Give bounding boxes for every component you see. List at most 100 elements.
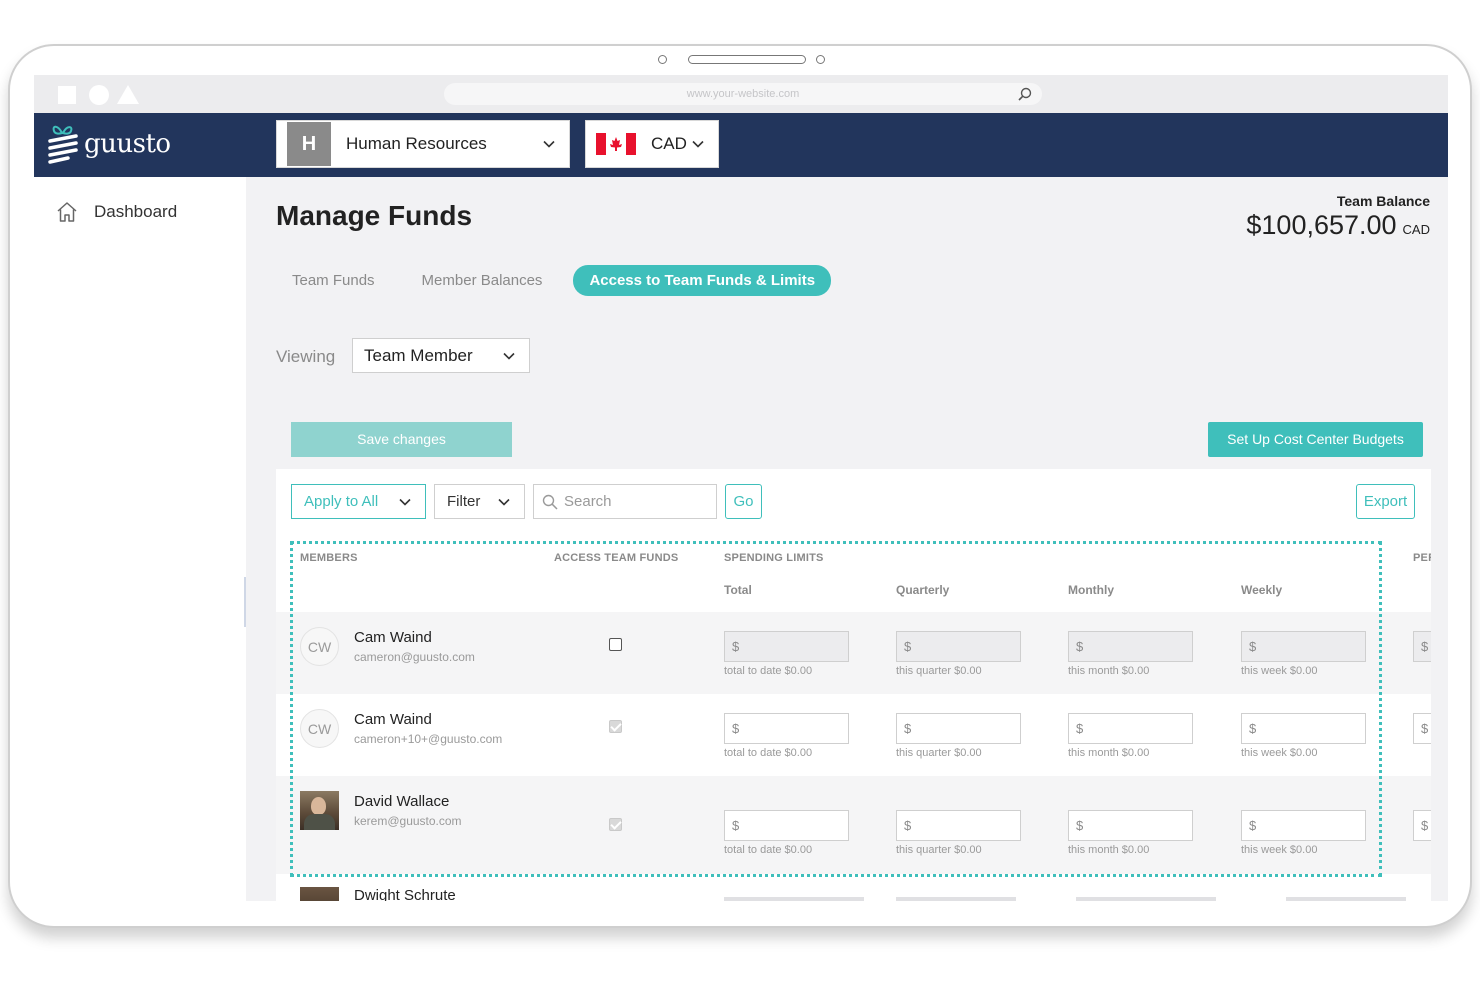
member-name: Cam Waind — [354, 629, 432, 646]
quarterly-limit-input[interactable]: $ — [896, 713, 1021, 744]
column-header-spending-limits: SPENDING LIMITS — [724, 552, 824, 564]
department-select[interactable]: H Human Resources — [276, 120, 570, 168]
column-header-members: MEMBERS — [300, 552, 358, 564]
tab-member-balances[interactable]: Member Balances — [406, 266, 559, 295]
per-limit-input[interactable]: $ — [1413, 631, 1431, 662]
weekly-limit-input[interactable]: $ — [1241, 713, 1366, 744]
weekly-limit-input[interactable]: $ — [1241, 631, 1366, 662]
top-navigation: guusto H Human Resources CAD — [34, 113, 1448, 177]
monthly-limit-note: this month $0.00 — [1068, 844, 1150, 856]
peek-field — [1076, 897, 1216, 901]
chevron-down-icon — [498, 498, 510, 506]
avatar-body — [304, 814, 335, 830]
url-bar[interactable]: www.your-website.com — [444, 83, 1042, 105]
url-text: www.your-website.com — [686, 88, 800, 100]
window-square-icon[interactable] — [58, 86, 76, 104]
table-row: CW Cam Waind cameron@guusto.com $ total … — [276, 612, 1431, 694]
save-changes-button[interactable]: Save changes — [291, 422, 512, 457]
tab-bar: Team Funds Member Balances Access to Tea… — [276, 265, 846, 296]
camera-dot — [658, 55, 667, 64]
chevron-down-icon — [692, 140, 704, 148]
currency-select[interactable]: CAD — [585, 120, 719, 168]
search-box — [533, 484, 717, 519]
member-name: Dwight Schrute — [354, 887, 456, 901]
subheader-monthly: Monthly — [1068, 583, 1114, 597]
monthly-limit-input[interactable]: $ — [1068, 713, 1193, 744]
total-limit-input[interactable]: $ — [724, 810, 849, 841]
brand-logo[interactable]: guusto — [48, 123, 171, 165]
sidebar: Dashboard — [34, 177, 246, 901]
weekly-limit-input[interactable]: $ — [1241, 810, 1366, 841]
column-header-access-team-funds: ACCESS TEAM FUNDS — [554, 552, 679, 564]
access-team-funds-checkbox[interactable] — [609, 818, 622, 831]
brand-name: guusto — [84, 129, 171, 159]
peek-field — [724, 897, 864, 901]
peek-field — [1286, 897, 1406, 901]
subheader-total: Total — [724, 583, 752, 597]
viewing-select[interactable]: Team Member — [352, 338, 530, 373]
home-icon — [57, 202, 77, 222]
access-team-funds-checkbox[interactable] — [609, 638, 622, 651]
speaker-slot — [688, 55, 806, 64]
member-name: Cam Waind — [354, 711, 432, 728]
quarterly-limit-input[interactable]: $ — [896, 810, 1021, 841]
total-limit-note: total to date $0.00 — [724, 747, 813, 759]
team-balance-label: Team Balance — [1336, 193, 1430, 209]
avatar-face — [311, 797, 326, 815]
total-limit-input[interactable]: $ — [724, 713, 849, 744]
team-balance-amount: $100,657.00 — [1246, 210, 1397, 240]
sidebar-item-label: Dashboard — [94, 202, 178, 221]
quarterly-limit-note: this quarter $0.00 — [896, 665, 982, 677]
tab-team-funds[interactable]: Team Funds — [276, 266, 391, 295]
department-label: Human Resources — [346, 134, 487, 153]
quarterly-limit-note: this quarter $0.00 — [896, 747, 982, 759]
go-button[interactable]: Go — [725, 484, 762, 519]
weekly-limit-note: this week $0.00 — [1241, 747, 1318, 759]
currency-label: CAD — [651, 134, 687, 153]
member-email: cameron+10+@guusto.com — [354, 732, 503, 746]
search-input[interactable] — [564, 493, 704, 510]
access-team-funds-checkbox[interactable] — [609, 720, 622, 733]
table-row: David Wallace kerem@guusto.com $ total t… — [276, 776, 1431, 874]
browser-bar: www.your-website.com — [34, 75, 1448, 113]
subheader-quarterly: Quarterly — [896, 583, 950, 597]
team-balance-currency: CAD — [1402, 222, 1430, 237]
filter-label: Filter — [447, 493, 481, 510]
total-limit-input[interactable]: $ — [724, 631, 849, 662]
avatar: CW — [300, 627, 339, 666]
search-icon — [542, 494, 558, 510]
per-limit-input[interactable]: $ — [1413, 810, 1431, 841]
sidebar-item-dashboard[interactable]: Dashboard — [56, 201, 177, 223]
set-up-cost-center-budgets-button[interactable]: Set Up Cost Center Budgets — [1208, 422, 1423, 457]
gift-ribbon-icon — [48, 125, 78, 164]
peek-field — [896, 897, 1016, 901]
member-name: David Wallace — [354, 793, 450, 810]
monthly-limit-input[interactable]: $ — [1068, 810, 1193, 841]
filter-dropdown[interactable]: Filter — [434, 484, 525, 519]
member-email: kerem@guusto.com — [354, 814, 462, 828]
member-email: cameron@guusto.com — [354, 650, 475, 664]
monthly-limit-note: this month $0.00 — [1068, 665, 1150, 677]
per-limit-input[interactable]: $ — [1413, 713, 1431, 744]
canada-flag-icon — [596, 133, 636, 155]
window-circle-icon[interactable] — [89, 85, 109, 105]
monthly-limit-note: this month $0.00 — [1068, 747, 1150, 759]
apply-to-all-dropdown[interactable]: Apply to All — [291, 484, 426, 519]
avatar-photo — [300, 791, 339, 830]
table-row: CW Cam Waind cameron+10+@guusto.com $ to… — [276, 694, 1431, 776]
sensor-dot — [816, 55, 825, 64]
viewing-label: Viewing — [276, 347, 336, 366]
quarterly-limit-input[interactable]: $ — [896, 631, 1021, 662]
export-button[interactable]: Export — [1356, 484, 1415, 519]
apply-to-all-label: Apply to All — [304, 493, 379, 510]
total-limit-note: total to date $0.00 — [724, 844, 813, 856]
monthly-limit-input[interactable]: $ — [1068, 631, 1193, 662]
window-triangle-icon[interactable] — [117, 85, 139, 104]
total-limit-note: total to date $0.00 — [724, 665, 813, 677]
device-frame: www.your-website.com guusto H Human Reso… — [8, 44, 1472, 928]
avatar-photo — [300, 887, 339, 901]
team-balance-value: $100,657.00 CAD — [1246, 210, 1430, 241]
search-icon[interactable] — [1018, 87, 1032, 101]
tab-access-team-funds-limits[interactable]: Access to Team Funds & Limits — [573, 265, 832, 296]
chevron-down-icon — [399, 498, 411, 506]
